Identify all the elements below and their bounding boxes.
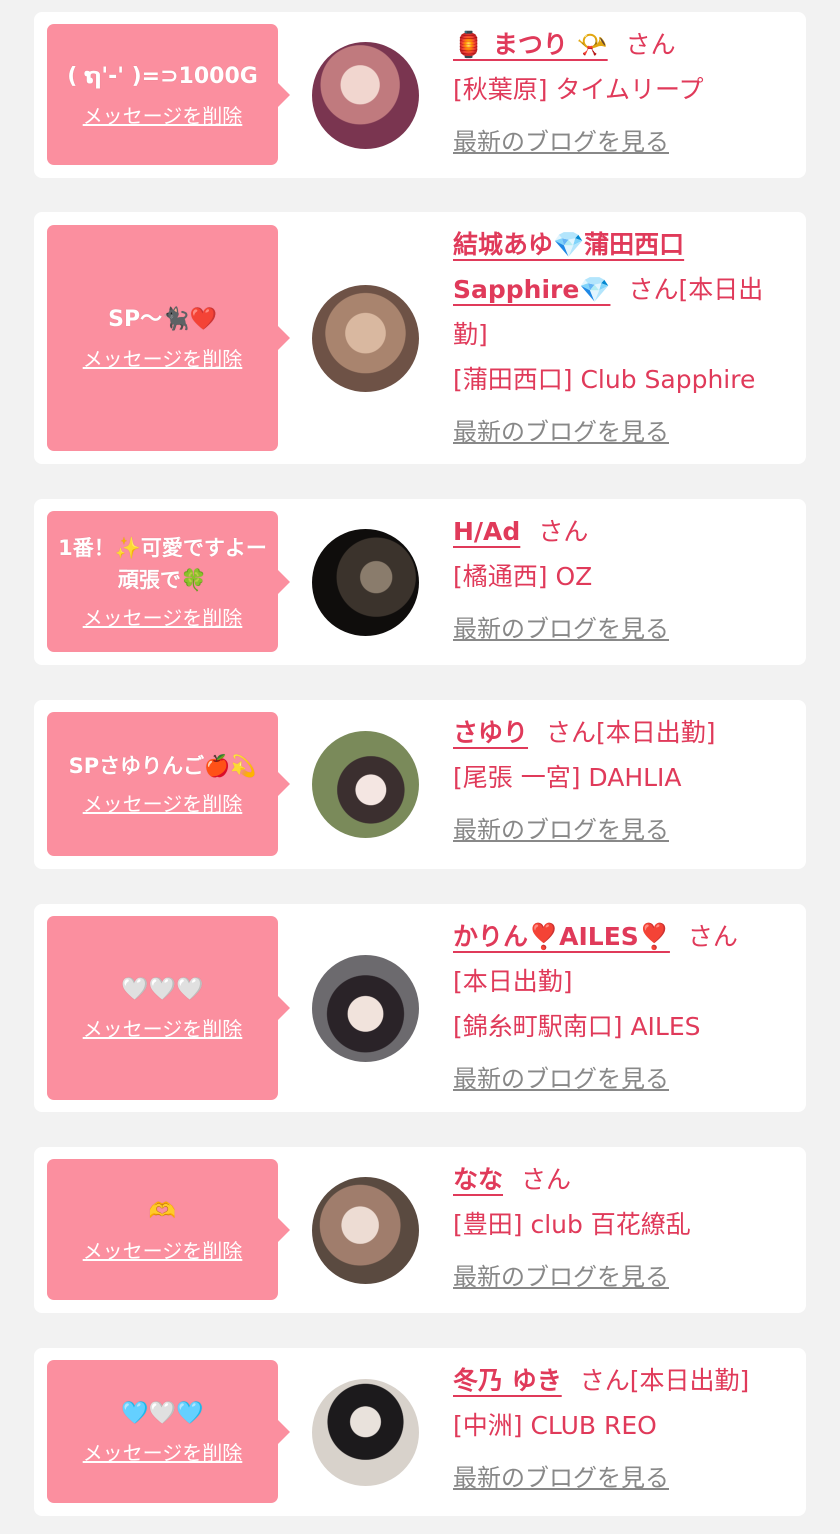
message-text: SP〜🐈‍⬛❤️: [108, 307, 217, 332]
shop-label: [中洲] CLUB REO: [453, 1411, 657, 1440]
message-bubble: SPさゆりんご🍎💫 メッセージを削除: [47, 712, 290, 856]
avatar[interactable]: [312, 42, 419, 149]
shop-label: [秋葉原] タイムリープ: [453, 75, 704, 104]
honorific: さん: [579, 1366, 630, 1395]
avatar[interactable]: [312, 731, 419, 838]
message-card: 🫶 メッセージを削除 なな さん [豊田] club 百花繚乱 最新のブログを見る: [34, 1147, 806, 1313]
avatar[interactable]: [312, 529, 419, 636]
status-label: [本日出勤]: [453, 967, 573, 996]
latest-blog-link[interactable]: 最新のブログを見る: [453, 410, 793, 455]
profile-info: 🏮 まつり 📯 さん [秋葉原] タイムリープ 最新のブログを見る: [453, 22, 793, 165]
avatar[interactable]: [312, 285, 419, 392]
delete-message-link[interactable]: メッセージを削除: [83, 604, 243, 632]
profile-info: さゆり さん[本日出勤] [尾張 一宮] DAHLIA 最新のブログを見る: [453, 710, 793, 853]
message-bubble: SP〜🐈‍⬛❤️ メッセージを削除: [47, 225, 290, 451]
delete-message-link[interactable]: メッセージを削除: [83, 102, 243, 130]
message-card: SPさゆりんご🍎💫 メッセージを削除 さゆり さん[本日出勤] [尾張 一宮] D…: [34, 700, 806, 869]
honorific: さん: [538, 517, 589, 546]
message-text: SPさゆりんご🍎💫: [68, 754, 257, 778]
message-card: ( ຖ'-' )=⊃1000G メッセージを削除 🏮 まつり 📯 さん [秋葉原]…: [34, 12, 806, 178]
honorific: さん: [625, 30, 676, 59]
honorific: さん: [546, 718, 597, 747]
status-label: [本日出勤]: [629, 1366, 750, 1395]
honorific: さん: [687, 922, 738, 951]
latest-blog-link[interactable]: 最新のブログを見る: [453, 1456, 793, 1501]
profile-info: なな さん [豊田] club 百花繚乱 最新のブログを見る: [453, 1157, 793, 1300]
profile-info: H/Ad さん [橘通西] OZ 最新のブログを見る: [453, 509, 793, 652]
message-text: 🩵🤍🩵: [121, 1400, 204, 1426]
shop-label: [豊田] club 百花繚乱: [453, 1210, 691, 1239]
latest-blog-link[interactable]: 最新のブログを見る: [453, 1255, 793, 1300]
cast-name-link[interactable]: H/Ad: [453, 517, 520, 546]
delete-message-link[interactable]: メッセージを削除: [83, 1439, 243, 1467]
message-bubble: 🤍🤍🤍 メッセージを削除: [47, 916, 290, 1100]
cast-name-link[interactable]: 冬乃 ゆき: [453, 1366, 562, 1395]
avatar[interactable]: [312, 1379, 419, 1486]
cast-name-link[interactable]: さゆり: [453, 718, 528, 747]
cast-name-link[interactable]: かりん❣️AILES❣️: [453, 922, 670, 951]
shop-label: [蒲田西口] Club Sapphire: [453, 365, 756, 394]
delete-message-link[interactable]: メッセージを削除: [83, 345, 243, 373]
latest-blog-link[interactable]: 最新のブログを見る: [453, 120, 793, 165]
shop-label: [橘通西] OZ: [453, 562, 593, 591]
delete-message-link[interactable]: メッセージを削除: [83, 1237, 243, 1265]
latest-blog-link[interactable]: 最新のブログを見る: [453, 808, 793, 853]
honorific: さん: [628, 275, 679, 304]
cast-name-link[interactable]: なな: [453, 1165, 503, 1194]
message-text: 1番！✨可愛ですよー頑張で🍀: [58, 535, 267, 592]
message-card: 🤍🤍🤍 メッセージを削除 かりん❣️AILES❣️ さん [本日出勤] [錦糸町駅…: [34, 904, 806, 1112]
message-card: 🩵🤍🩵 メッセージを削除 冬乃 ゆき さん[本日出勤] [中洲] CLUB REO…: [34, 1348, 806, 1516]
delete-message-link[interactable]: メッセージを削除: [83, 790, 243, 818]
profile-info: 冬乃 ゆき さん[本日出勤] [中洲] CLUB REO 最新のブログを見る: [453, 1358, 793, 1501]
message-text: ( ຖ'-' )=⊃1000G: [67, 63, 258, 89]
message-bubble: 🩵🤍🩵 メッセージを削除: [47, 1360, 290, 1503]
message-card: 1番！✨可愛ですよー頑張で🍀 メッセージを削除 H/Ad さん [橘通西] OZ …: [34, 499, 806, 665]
message-text: 🤍🤍🤍: [121, 977, 204, 1002]
latest-blog-link[interactable]: 最新のブログを見る: [453, 607, 793, 652]
delete-message-link[interactable]: メッセージを削除: [83, 1015, 243, 1043]
profile-info: かりん❣️AILES❣️ さん [本日出勤] [錦糸町駅南口] AILES 最新の…: [453, 914, 793, 1102]
latest-blog-link[interactable]: 最新のブログを見る: [453, 1057, 793, 1102]
status-label: [本日出勤]: [596, 718, 716, 747]
honorific: さん: [521, 1165, 572, 1194]
shop-label: [錦糸町駅南口] AILES: [453, 1012, 701, 1041]
shop-label: [尾張 一宮] DAHLIA: [453, 763, 682, 792]
avatar[interactable]: [312, 955, 419, 1062]
avatar[interactable]: [312, 1177, 419, 1284]
message-card: SP〜🐈‍⬛❤️ メッセージを削除 結城あゆ💎蒲田西口Sapphire💎 さん[本…: [34, 212, 806, 464]
message-bubble: 1番！✨可愛ですよー頑張で🍀 メッセージを削除: [47, 511, 290, 652]
message-bubble: ( ຖ'-' )=⊃1000G メッセージを削除: [47, 24, 290, 165]
message-text: 🫶: [148, 1198, 177, 1224]
message-bubble: 🫶 メッセージを削除: [47, 1159, 290, 1300]
cast-name-link[interactable]: 🏮 まつり 📯: [453, 30, 608, 59]
profile-info: 結城あゆ💎蒲田西口Sapphire💎 さん[本日出勤] [蒲田西口] Club S…: [453, 222, 793, 455]
